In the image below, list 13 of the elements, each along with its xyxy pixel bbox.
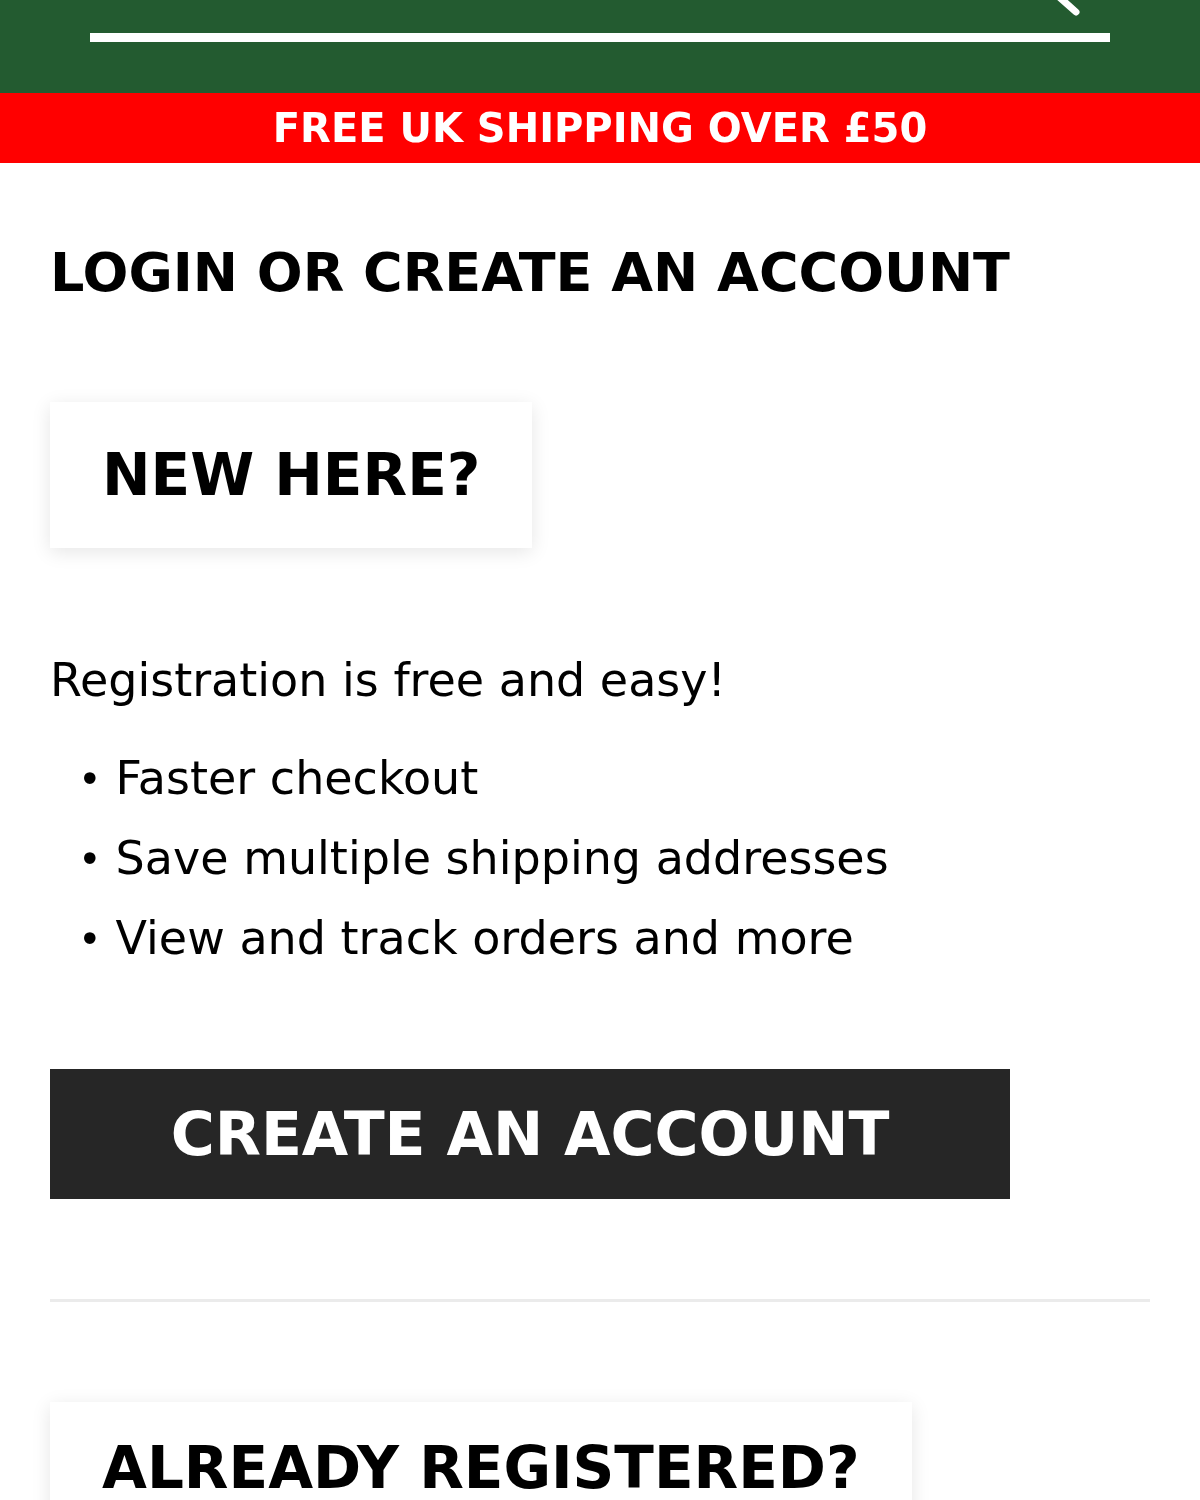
page-title: LOGIN OR CREATE AN ACCOUNT [50,243,1011,303]
intro-text: Registration is free and easy! [50,653,727,709]
banner-text: FREE UK SHIPPING OVER £50 [272,105,928,151]
section-heading: NEW HERE? [102,441,481,510]
benefit-item: Save multiple shipping addresses [115,831,889,887]
benefit-item: View and track orders and more [115,911,854,967]
section-heading: ALREADY REGISTERED? [102,1433,860,1500]
bullet: • [78,754,102,803]
search-field[interactable] [90,33,1110,42]
bullet: • [78,834,102,883]
create-account-button[interactable]: CREATE AN ACCOUNT [50,1068,1010,1199]
benefit-item: Faster checkout [115,751,479,807]
bullet: • [78,914,102,963]
